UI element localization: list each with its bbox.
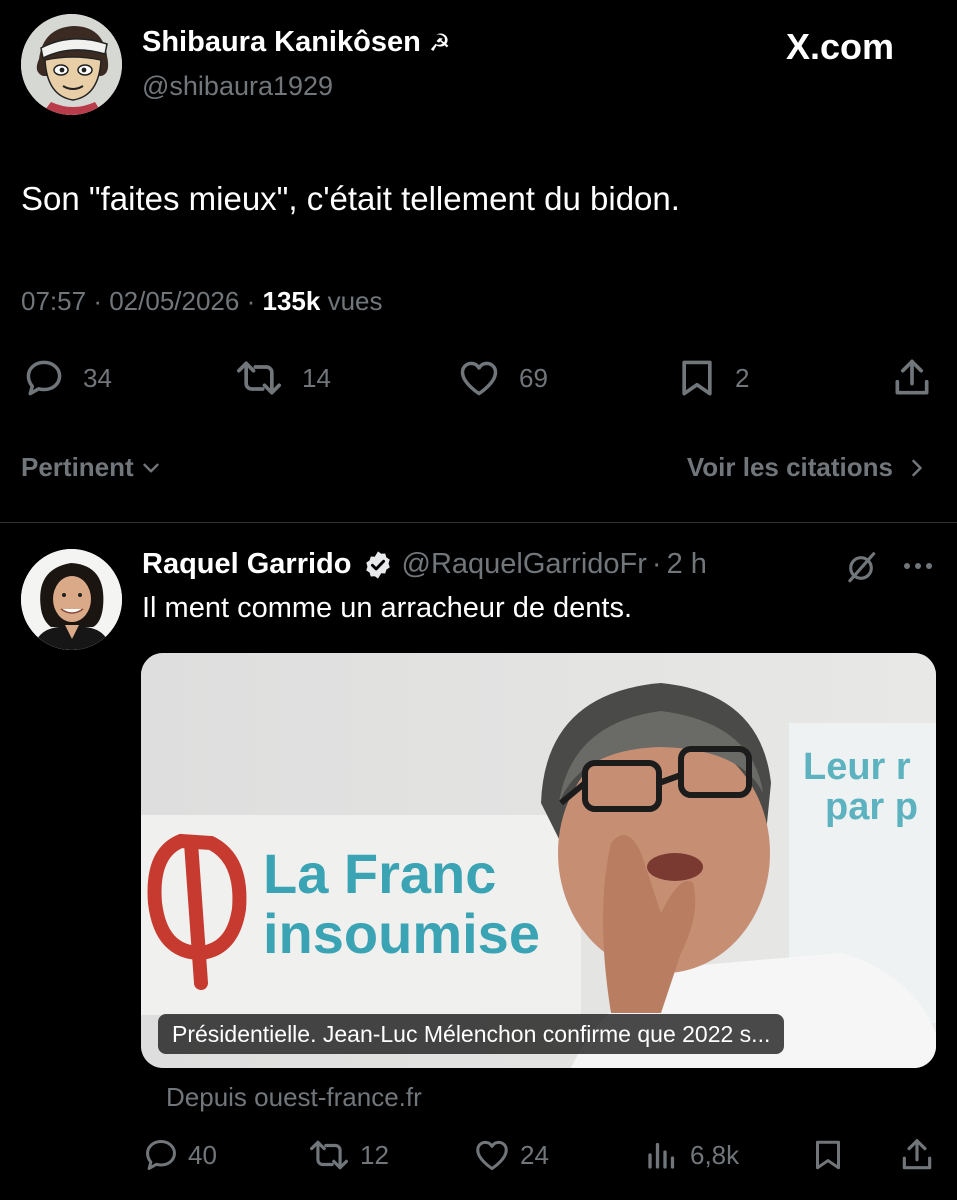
reply-retweet-button[interactable]: 12 xyxy=(306,1136,389,1174)
reply-header: Raquel Garrido @RaquelGarridoFr · 2 h xyxy=(142,548,707,581)
tweet-time[interactable]: 07:57 xyxy=(21,286,86,316)
reply-reply-count: 40 xyxy=(188,1139,217,1170)
x-logo: X.com xyxy=(786,26,894,68)
views-label: vues xyxy=(327,286,383,316)
author-avatar[interactable] xyxy=(21,14,122,115)
like-button[interactable]: 69 xyxy=(455,356,548,400)
grok-icon xyxy=(848,552,876,583)
meta-separator: · xyxy=(651,548,662,580)
reply-share-button[interactable] xyxy=(897,1136,953,1174)
reply-button[interactable]: 34 xyxy=(21,356,112,400)
poster-text-2: par p xyxy=(825,786,918,828)
verified-badge-icon xyxy=(365,550,390,579)
reply-views-count: 6,8k xyxy=(690,1139,740,1170)
retweet-count: 14 xyxy=(302,362,331,393)
reply-bookmark-button[interactable] xyxy=(810,1136,862,1174)
tweet-date[interactable]: 02/05/2026 xyxy=(109,286,239,316)
author-handle[interactable]: @shibaura1929 xyxy=(142,71,333,102)
divider xyxy=(0,522,957,523)
chevron-right-icon xyxy=(912,459,922,476)
share-icon xyxy=(902,1139,932,1170)
bookmark-icon xyxy=(816,1140,840,1170)
view-quotes-label: Voir les citations xyxy=(686,452,893,482)
reply-time[interactable]: 2 h xyxy=(667,548,707,581)
reply-author-handle[interactable]: @RaquelGarridoFr xyxy=(402,548,647,581)
view-quotes-link[interactable]: Voir les citations xyxy=(687,452,931,483)
tweet-text: Son "faites mieux", c'était tellement du… xyxy=(21,180,680,217)
card-image: La Franc insoumise Leur r par p xyxy=(141,653,936,1068)
reply-icon xyxy=(26,360,62,396)
chevron-down-icon xyxy=(142,463,159,472)
banner-text-1: La Franc xyxy=(263,842,496,905)
meta-separator: · xyxy=(246,286,256,316)
grok-button[interactable] xyxy=(842,549,880,587)
reply-views-button[interactable]: 6,8k xyxy=(644,1136,739,1174)
views-count: 135k xyxy=(262,286,321,316)
bookmark-button[interactable]: 2 xyxy=(675,356,749,400)
link-card[interactable]: La Franc insoumise Leur r par p xyxy=(141,653,936,1068)
reply-reply-button[interactable]: 40 xyxy=(142,1136,217,1174)
reply-like-count: 24 xyxy=(520,1139,549,1170)
author-name-text: Shibaura Kanikôsen xyxy=(142,26,421,58)
reply-icon xyxy=(146,1140,176,1170)
banner-text-2: insoumise xyxy=(263,902,540,965)
reply-count: 34 xyxy=(83,362,112,393)
bookmark-icon xyxy=(682,360,712,396)
author-name[interactable]: Shibaura Kanikôsen ☭ xyxy=(142,26,450,59)
heart-icon xyxy=(476,1140,508,1170)
more-options-button[interactable] xyxy=(900,552,936,580)
site-label: X.com xyxy=(786,26,895,67)
reply-author-name[interactable]: Raquel Garrido xyxy=(142,548,352,581)
card-title: Présidentielle. Jean-Luc Mélenchon confi… xyxy=(158,1014,785,1054)
meta-separator: · xyxy=(93,286,102,316)
reply-text: Il ment comme un arracheur de dents. xyxy=(142,592,633,624)
like-count: 69 xyxy=(519,362,548,393)
tweet-meta: 07:57 · 02/05/2026 · 135k vues xyxy=(21,286,383,317)
card-source[interactable]: Depuis ouest-france.fr xyxy=(166,1082,422,1113)
share-button[interactable] xyxy=(888,356,952,400)
retweet-button[interactable]: 14 xyxy=(232,356,331,400)
more-icon xyxy=(904,563,932,569)
hammer-sickle-emoji: ☭ xyxy=(428,30,451,57)
views-icon xyxy=(648,1142,675,1169)
retweet-icon xyxy=(310,1140,348,1170)
sort-label: Pertinent xyxy=(21,452,134,482)
bookmark-count: 2 xyxy=(735,362,750,393)
heart-icon xyxy=(460,361,498,396)
reply-like-button[interactable]: 24 xyxy=(472,1136,549,1174)
sort-dropdown[interactable]: Pertinent xyxy=(21,452,164,483)
share-icon xyxy=(895,359,929,395)
reply-retweet-count: 12 xyxy=(360,1139,389,1170)
retweet-icon xyxy=(237,361,281,395)
reply-author-avatar[interactable] xyxy=(21,549,122,650)
poster-text-1: Leur r xyxy=(803,746,911,788)
